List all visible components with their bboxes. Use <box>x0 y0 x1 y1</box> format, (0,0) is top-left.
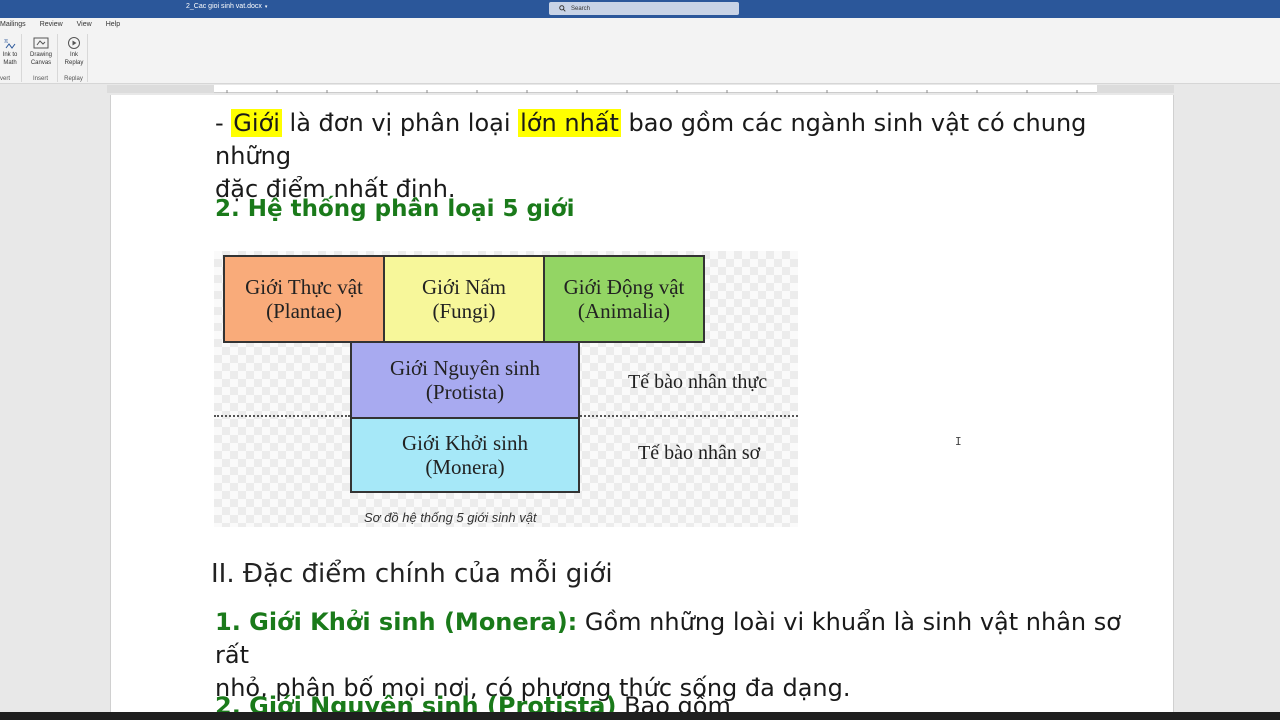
heading-five-kingdoms: 2. Hệ thống phân loại 5 giới <box>215 196 575 222</box>
label-prokaryote: Tế bào nhân sơ <box>638 442 761 464</box>
box-fungi: Giới Nấm (Fungi) <box>383 255 545 343</box>
document-title[interactable]: 2_Cac gioi sinh vat.docx ▾ <box>186 3 267 10</box>
paragraph-definition[interactable]: - Giới là đơn vị phân loại lớn nhất bao … <box>215 107 1145 206</box>
monera-name: Giới Khởi sinh <box>401 431 529 455</box>
tab-mailings[interactable]: Mailings <box>0 18 26 32</box>
paragraph-protista[interactable]: 2. Giới Nguyên sinh (Protista) Bao gồm <box>215 690 1145 712</box>
document-title-text: 2_Cac gioi sinh vat.docx <box>186 3 262 10</box>
ribbon-tabs: Mailings Review View Help <box>0 18 1280 32</box>
label-eukaryote: Tế bào nhân thực <box>628 371 768 393</box>
group-replay: Ink Replay Replay <box>60 34 88 82</box>
protista-heading: 2. Giới Nguyên sinh (Protista) <box>215 692 617 712</box>
ink-replay-label-2: Replay <box>64 60 84 66</box>
tab-help[interactable]: Help <box>106 18 120 32</box>
text-mid: là đơn vị phân loại <box>281 109 519 137</box>
ink-to-math-label-2: Math <box>3 60 17 66</box>
monera-heading: 1. Giới Khởi sinh (Monera): <box>215 608 578 636</box>
five-kingdoms-diagram[interactable]: Giới Thực vật (Plantae) Giới Nấm (Fungi) G… <box>214 251 798 527</box>
divider-line-right <box>580 415 798 417</box>
list-dash: - <box>215 109 232 137</box>
ink-replay-label-1: Ink <box>69 52 78 58</box>
section-heading-ii: II. Đặc điểm chính của mỗi giới <box>211 559 613 589</box>
monera-latin: (Monera) <box>425 455 505 479</box>
drawing-canvas-button[interactable]: Drawing Canvas <box>26 36 56 67</box>
ribbon: π Ink to Math vert Drawing Canvas Insert… <box>0 32 1280 84</box>
search-icon <box>559 5 566 12</box>
highlight-gioi: Giới <box>231 109 282 137</box>
title-bar: 2_Cac gioi sinh vat.docx ▾ Search <box>0 0 1280 18</box>
status-bar <box>0 712 1280 720</box>
text-cursor-icon: I <box>955 435 962 448</box>
box-plantae: Giới Thực vật (Plantae) <box>223 255 385 343</box>
protista-name: Giới Nguyên sinh <box>390 356 540 380</box>
protista-body: Bao gồm <box>616 692 731 712</box>
divider-line-left <box>214 415 350 417</box>
group-convert-label: vert <box>0 76 11 82</box>
ruler-ticks <box>226 90 1078 93</box>
group-insert: Drawing Canvas Insert <box>24 34 58 82</box>
horizontal-ruler[interactable] <box>107 85 1174 93</box>
tab-view[interactable]: View <box>77 18 92 32</box>
plantae-latin: (Plantae) <box>266 299 342 323</box>
drawing-canvas-label-2: Canvas <box>30 60 52 66</box>
box-monera: Giới Khởi sinh (Monera) <box>350 417 580 493</box>
highlight-lon-nhat: lớn nhất <box>518 109 621 137</box>
group-convert: π Ink to Math vert <box>0 34 22 82</box>
group-insert-label: Insert <box>32 76 48 82</box>
plantae-name: Giới Thực vật <box>245 275 363 299</box>
group-replay-label: Replay <box>64 76 83 82</box>
ink-to-math-label-1: Ink to <box>2 52 18 58</box>
search-placeholder: Search <box>571 5 591 12</box>
fungi-latin: (Fungi) <box>432 299 496 323</box>
tab-review[interactable]: Review <box>40 18 63 32</box>
box-protista: Giới Nguyên sinh (Protista) <box>350 341 580 419</box>
chevron-down-icon: ▾ <box>264 3 268 10</box>
animalia-name: Giới Động vật <box>563 275 685 299</box>
svg-text:π: π <box>4 39 8 45</box>
diagram-caption: Sơ đồ hệ thống 5 giới sinh vật <box>364 510 537 525</box>
ink-replay-icon <box>68 37 80 49</box>
ink-to-math-icon: π <box>4 39 16 49</box>
protista-latin: (Protista) <box>425 380 505 404</box>
ink-to-math-button[interactable]: π Ink to Math <box>0 36 20 67</box>
drawing-canvas-label-1: Drawing <box>29 52 52 58</box>
drawing-canvas-icon <box>33 37 49 49</box>
box-animalia: Giới Động vật (Animalia) <box>543 255 705 343</box>
ink-replay-button[interactable]: Ink Replay <box>62 36 86 67</box>
animalia-latin: (Animalia) <box>577 299 671 323</box>
fungi-name: Giới Nấm <box>421 275 506 299</box>
search-box[interactable]: Search <box>549 2 739 15</box>
